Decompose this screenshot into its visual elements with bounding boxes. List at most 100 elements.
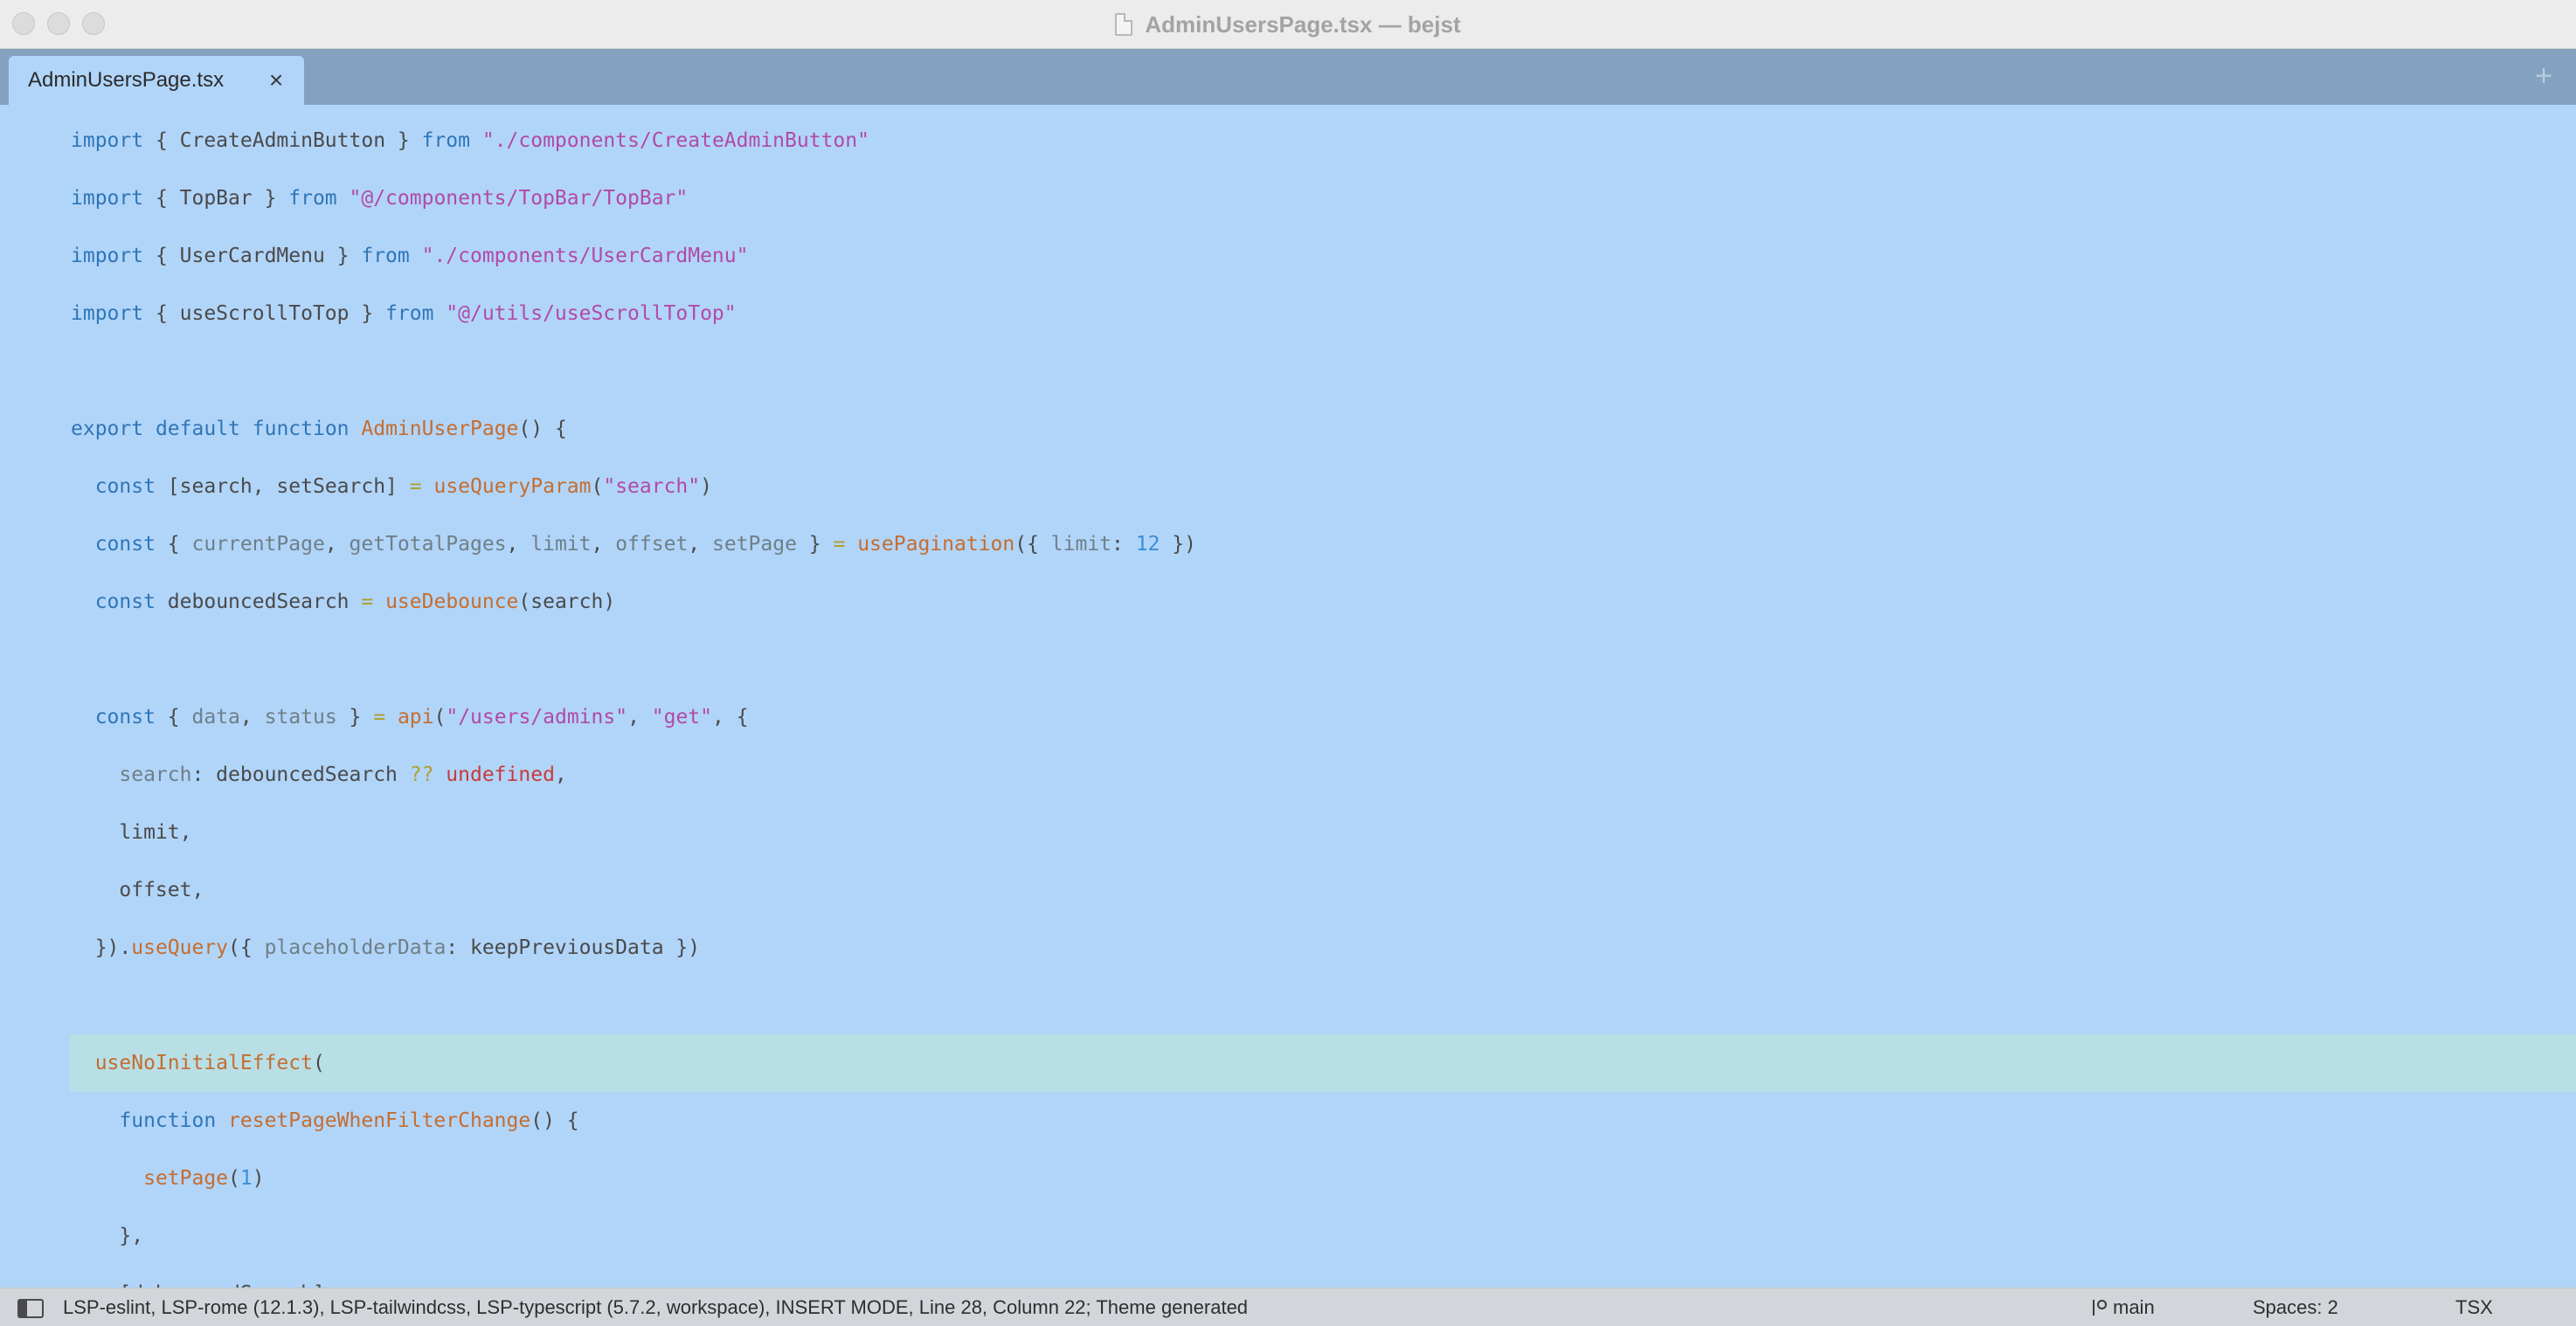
- code-line[interactable]: [debouncedSearch],: [0, 1265, 2576, 1288]
- code-token: ): [700, 475, 712, 498]
- code-token: ,: [627, 706, 652, 729]
- code-line[interactable]: [0, 342, 2576, 400]
- code-token: () {: [518, 418, 567, 440]
- git-branch[interactable]: main: [2090, 1288, 2155, 1326]
- code-token: currentPage: [191, 533, 325, 556]
- code-token: from: [288, 187, 337, 210]
- code-token: (: [312, 1052, 325, 1074]
- code-token: import: [71, 245, 144, 267]
- code-line-content: const { data, status } = api("/users/adm…: [71, 688, 749, 746]
- code-line[interactable]: }).useQuery({ placeholderData: keepPrevi…: [0, 919, 2576, 977]
- code-line[interactable]: import { CreateAdminButton } from "./com…: [0, 112, 2576, 169]
- code-token: },: [71, 1225, 144, 1247]
- code-line-content: import { useScrollToTop } from "@/utils/…: [71, 285, 737, 342]
- new-tab-icon[interactable]: +: [2531, 61, 2557, 91]
- code-token: const: [94, 706, 156, 729]
- code-token: 1: [239, 1167, 253, 1190]
- code-line[interactable]: [0, 631, 2576, 688]
- code-token: { UserCardMenu }: [143, 245, 362, 267]
- code-token: { CreateAdminButton }: [143, 129, 422, 152]
- code-token: default: [155, 418, 240, 440]
- code-line[interactable]: import { TopBar } from "@/components/Top…: [0, 169, 2576, 227]
- code-line[interactable]: const { data, status } = api("/users/adm…: [0, 688, 2576, 746]
- code-token: export: [71, 418, 144, 440]
- code-token: useNoInitialEffect: [94, 1052, 313, 1074]
- code-line[interactable]: setPage(1): [0, 1150, 2576, 1207]
- code-token: =: [833, 533, 846, 556]
- code-token: limit: [1050, 533, 1112, 556]
- code-token: ,: [324, 533, 350, 556]
- code-token: ({: [1014, 533, 1051, 556]
- code-line[interactable]: search: debouncedSearch ?? undefined,: [0, 746, 2576, 804]
- sidebar-toggle-icon[interactable]: [17, 1299, 44, 1318]
- git-branch-icon: [2090, 1298, 2107, 1317]
- code-line-content: limit,: [71, 804, 191, 861]
- code-line[interactable]: const debouncedSearch = useDebounce(sear…: [0, 573, 2576, 631]
- code-line[interactable]: offset,: [0, 861, 2576, 919]
- code-token: ,: [688, 533, 712, 556]
- code-line-content: import { UserCardMenu } from "./componen…: [71, 227, 748, 285]
- tab-adminuserspage[interactable]: AdminUsersPage.tsx ×: [9, 56, 304, 105]
- code-line[interactable]: [0, 977, 2576, 1034]
- current-code-line[interactable]: useNoInitialEffect(: [70, 1034, 2576, 1092]
- code-line-content: setPage(1): [71, 1150, 265, 1207]
- code-token: setPage: [143, 1167, 229, 1190]
- code-line[interactable]: },: [0, 1207, 2576, 1265]
- code-token: "@/components/TopBar/TopBar": [349, 187, 689, 210]
- code-line-content: export default function AdminUserPage() …: [71, 400, 567, 458]
- code-line[interactable]: function resetPageWhenFilterChange() {: [0, 1092, 2576, 1150]
- code-line-content: const debouncedSearch = useDebounce(sear…: [71, 573, 615, 631]
- code-token: {: [155, 706, 192, 729]
- close-tab-icon[interactable]: ×: [264, 68, 288, 93]
- code-line[interactable]: const { currentPage, getTotalPages, limi…: [0, 515, 2576, 573]
- syntax-language[interactable]: TSX: [2455, 1288, 2493, 1326]
- code-line[interactable]: import { UserCardMenu } from "./componen…: [0, 227, 2576, 285]
- code-token: (: [433, 706, 447, 729]
- code-token: {: [155, 533, 192, 556]
- code-token: "./components/CreateAdminButton": [481, 129, 869, 152]
- code-token: ({: [228, 936, 265, 959]
- code-line-content: import { CreateAdminButton } from "./com…: [71, 112, 869, 169]
- code-token: ,: [239, 706, 265, 729]
- code-token: undefined: [446, 763, 555, 786]
- code-token: { useScrollToTop }: [143, 302, 386, 325]
- code-line[interactable]: limit,: [0, 804, 2576, 861]
- code-token: }: [336, 706, 374, 729]
- indentation-setting[interactable]: Spaces: 2: [2253, 1288, 2338, 1326]
- code-token: from: [361, 245, 410, 267]
- code-token: setPage: [712, 533, 797, 556]
- code-token: search: [119, 763, 192, 786]
- code-token: useQuery: [131, 936, 229, 959]
- code-token: }): [1160, 533, 1196, 556]
- code-token: placeholderData: [264, 936, 447, 959]
- code-token: ,: [506, 533, 531, 556]
- code-editor[interactable]: import { CreateAdminButton } from "./com…: [0, 105, 2576, 1288]
- code-line[interactable]: import { useScrollToTop } from "@/utils/…: [0, 285, 2576, 342]
- code-token: import: [71, 302, 144, 325]
- code-token: useQueryParam: [433, 475, 592, 498]
- code-token: offset,: [71, 879, 204, 901]
- code-line-content: import { TopBar } from "@/components/Top…: [71, 169, 688, 227]
- code-line[interactable]: const [search, setSearch] = useQueryPara…: [0, 458, 2576, 515]
- document-icon: [1115, 13, 1133, 36]
- code-token: () {: [530, 1109, 579, 1132]
- code-token: const: [94, 475, 156, 498]
- tab-bar: AdminUsersPage.tsx × +: [0, 49, 2576, 105]
- code-line-content: [debouncedSearch],: [71, 1265, 336, 1288]
- code-line[interactable]: export default function AdminUserPage() …: [0, 400, 2576, 458]
- code-token: (: [591, 475, 604, 498]
- code-token: from: [385, 302, 434, 325]
